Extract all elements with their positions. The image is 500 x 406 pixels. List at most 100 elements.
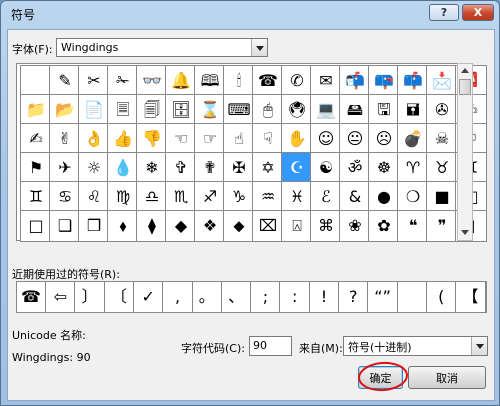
symbol-cell[interactable]: ☜ — [165, 123, 197, 155]
scroll-thumb[interactable] — [459, 79, 471, 95]
symbol-cell[interactable]: ♐ — [194, 181, 226, 213]
close-button[interactable]: X — [462, 4, 494, 21]
recent-symbol-cell[interactable]: ✓ — [134, 282, 164, 312]
symbol-cell[interactable]: ☺ — [310, 123, 342, 155]
symbol-cell[interactable]: 📄 — [78, 94, 110, 126]
recent-symbol-cell[interactable]: 〔 — [105, 282, 134, 312]
symbol-cell[interactable]: ♓ — [281, 181, 313, 213]
symbol-cell[interactable]: ♑ — [223, 181, 255, 213]
recent-symbol-cell[interactable]: ? — [339, 282, 369, 312]
symbol-cell[interactable]: ❒ — [78, 210, 110, 242]
symbol-cell[interactable]: ❑ — [49, 210, 81, 242]
symbol-cell[interactable]: 🔔 — [165, 65, 197, 97]
from-dropdown-arrow-icon[interactable] — [471, 337, 487, 355]
recent-symbol-cell[interactable]: ; — [251, 282, 281, 312]
cancel-button[interactable]: 取消 — [408, 366, 486, 389]
symbol-cell[interactable]: ✎ — [49, 65, 81, 97]
symbol-cell[interactable] — [20, 65, 52, 97]
symbol-cell[interactable]: ✌ — [49, 123, 81, 155]
symbol-cell[interactable]: ☼ — [78, 152, 110, 184]
symbol-cell[interactable]: ❖ — [194, 210, 226, 242]
recent-symbol-cell[interactable]: 。 — [193, 282, 222, 312]
symbol-cell[interactable]: ✍ — [20, 123, 52, 155]
symbol-cell[interactable]: ☹ — [368, 123, 400, 155]
recent-symbol-cell[interactable]: : — [281, 282, 310, 312]
symbol-cell[interactable]: ❝ — [397, 210, 429, 242]
symbol-cell[interactable]: 🗏 — [107, 94, 139, 126]
symbol-cell[interactable]: ✠ — [223, 152, 255, 184]
symbol-cell[interactable]: ♎ — [136, 181, 168, 213]
symbol-cell[interactable]: ♏ — [165, 181, 197, 213]
symbol-cell[interactable]: 🖱 — [252, 94, 284, 126]
symbol-cell[interactable]: ♊ — [20, 181, 52, 213]
help-button[interactable]: ? — [429, 4, 459, 21]
symbol-cell[interactable]: ♌ — [78, 181, 110, 213]
symbol-cell[interactable]: 📂 — [49, 94, 81, 126]
symbol-cell[interactable]: ■ — [426, 181, 458, 213]
symbol-cell[interactable]: ☞ — [194, 123, 226, 155]
symbol-cell[interactable]: 🕮 — [194, 65, 226, 97]
symbol-cell[interactable]: 👎 — [136, 123, 168, 155]
symbol-cell[interactable]: 💻 — [310, 94, 342, 126]
symbol-cell[interactable]: ⌛ — [194, 94, 226, 126]
symbol-cell[interactable]: 😐 — [339, 123, 371, 155]
symbol-cell[interactable]: 📩 — [426, 65, 458, 97]
recent-symbol-cell[interactable]: 、 — [222, 282, 252, 312]
recent-symbol-cell[interactable]: ( — [427, 282, 457, 312]
symbol-cell[interactable]: ⍓ — [281, 210, 313, 242]
symbol-cell[interactable]: ⚑ — [20, 152, 52, 184]
symbol-cell[interactable]: ℰ — [310, 181, 342, 213]
symbol-cell[interactable]: ✟ — [194, 152, 226, 184]
symbol-cell[interactable]: 👌 — [78, 123, 110, 155]
symbol-cell[interactable]: ॐ — [339, 152, 371, 184]
symbol-cell[interactable]: 👓 — [136, 65, 168, 97]
font-combo[interactable]: Wingdings — [56, 38, 268, 57]
symbol-cell[interactable]: □ — [20, 210, 52, 242]
symbol-cell[interactable]: ☸ — [368, 152, 400, 184]
symbol-cell[interactable]: ♈ — [397, 152, 429, 184]
symbol-cell[interactable]: ❄ — [136, 152, 168, 184]
symbol-cell[interactable]: ✈ — [49, 152, 81, 184]
recent-symbol-cell[interactable]: ⇦ — [46, 282, 76, 312]
symbol-cell[interactable]: 👍 — [107, 123, 139, 155]
symbol-cell[interactable]: 🗄 — [165, 94, 197, 126]
recent-symbol-cell[interactable]: 〕 — [76, 282, 105, 312]
symbol-cell[interactable]: 📁 — [20, 94, 52, 126]
symbol-cell[interactable]: 🕯 — [223, 65, 255, 97]
symbol-cell[interactable]: ✋ — [281, 123, 313, 155]
symbol-cell[interactable]: ✇ — [426, 94, 458, 126]
symbol-cell[interactable]: ● — [368, 181, 400, 213]
recent-symbol-cell[interactable]: ! — [310, 282, 339, 312]
symbol-cell[interactable]: ❀ — [339, 210, 371, 242]
symbol-cell[interactable]: ☯ — [310, 152, 342, 184]
symbol-cell[interactable]: 📪 — [368, 65, 400, 97]
recent-symbol-cell[interactable]: ☎ — [17, 282, 46, 312]
symbol-cell[interactable]: & — [339, 181, 371, 213]
symbol-cell[interactable]: ♋ — [49, 181, 81, 213]
font-dropdown-arrow-icon[interactable] — [251, 39, 267, 56]
scroll-down-icon[interactable] — [458, 226, 472, 240]
symbol-cell[interactable]: ⌨ — [223, 94, 255, 126]
symbol-cell[interactable]: 📫 — [397, 65, 429, 97]
symbol-cell[interactable]: 📬 — [339, 65, 371, 97]
symbol-cell[interactable]: ✡ — [252, 152, 284, 184]
symbol-cell[interactable]: ❍ — [397, 181, 429, 213]
symbol-cell[interactable]: ⧫ — [136, 210, 168, 242]
symbol-cell[interactable]: ☠ — [426, 123, 458, 155]
symbol-cell[interactable]: 🖴 — [339, 94, 371, 126]
symbol-cell[interactable]: 💧 — [107, 152, 139, 184]
symbol-cell[interactable]: ✞ — [165, 152, 197, 184]
symbol-cell[interactable]: ⬧ — [107, 210, 139, 242]
symbol-cell[interactable]: ✉ — [310, 65, 342, 97]
symbol-cell[interactable]: 🖫 — [368, 94, 400, 126]
from-select[interactable]: 符号(十进制) — [343, 336, 488, 356]
symbol-cell[interactable]: ✆ — [281, 65, 313, 97]
symbol-grid-scrollbar[interactable] — [457, 63, 473, 241]
symbol-cell[interactable]: ⬥ — [223, 210, 255, 242]
symbol-cell[interactable]: 🖲 — [281, 94, 313, 126]
symbol-cell[interactable]: ✿ — [368, 210, 400, 242]
symbol-cell[interactable]: ♉ — [426, 152, 458, 184]
recent-symbol-cell[interactable]: 【 — [457, 282, 486, 312]
symbol-cell[interactable]: ☎ — [252, 65, 284, 97]
symbol-cell[interactable]: ☝ — [223, 123, 255, 155]
